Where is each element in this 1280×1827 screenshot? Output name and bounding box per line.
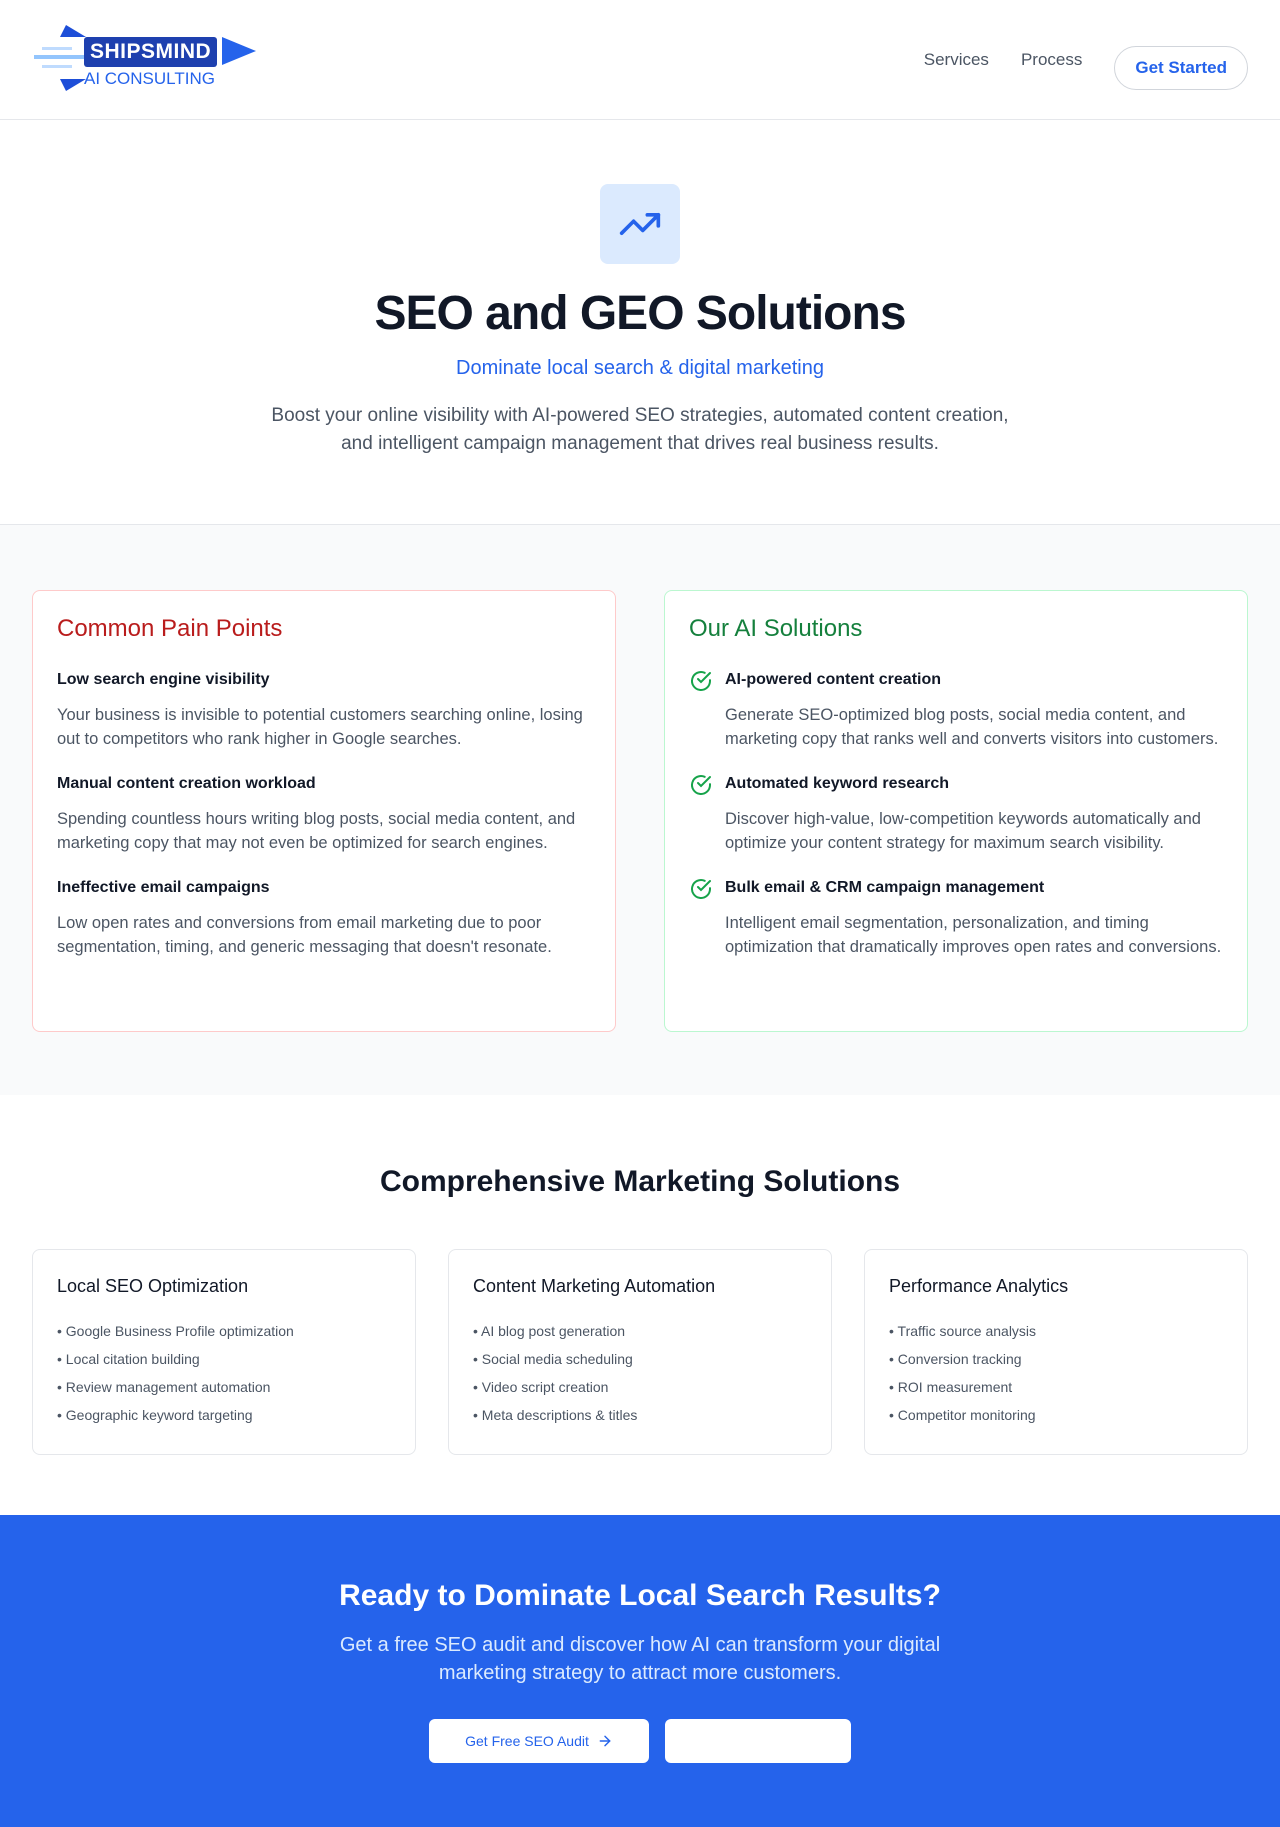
list-item: Review management automation xyxy=(57,1379,391,1395)
pain-item-text: Low open rates and conversions from emai… xyxy=(57,914,552,956)
pain-item-text: Spending countless hours writing blog po… xyxy=(57,810,576,852)
solution-item-title: Bulk email & CRM campaign management xyxy=(725,879,1045,896)
cta-title: Ready to Dominate Local Search Results? xyxy=(339,1579,941,1612)
solution-card-analytics: Performance Analytics Traffic source ana… xyxy=(864,1249,1248,1455)
hero: SEO and GEO Solutions Dominate local sea… xyxy=(0,120,1280,525)
pain-item-text: Your business is invisible to potential … xyxy=(57,706,583,748)
list-item: Conversion tracking xyxy=(889,1351,1223,1367)
logo[interactable]: SHIPSMIND AI CONSULTING xyxy=(32,24,262,95)
list-item: Local citation building xyxy=(57,1351,391,1367)
cta-text: Get a free SEO audit and discover how AI… xyxy=(339,1634,941,1684)
list-item: Meta descriptions & titles xyxy=(473,1407,807,1423)
marketing-solutions: Comprehensive Marketing Solutions Local … xyxy=(0,1095,1280,1515)
pain-item-title: Manual content creation workload xyxy=(57,775,316,792)
solution-item: Automated keyword research Discover high-… xyxy=(689,775,1223,855)
section-title: Comprehensive Marketing Solutions xyxy=(379,1165,901,1198)
pain-points-title: Common Pain Points xyxy=(57,615,283,642)
solution-item: Bulk email & CRM campaign management Inte… xyxy=(689,879,1223,959)
pain-points-card: Common Pain Points Low search engine vis… xyxy=(32,590,616,1032)
secondary-button[interactable] xyxy=(665,1719,851,1763)
list-item: Social media scheduling xyxy=(473,1351,807,1367)
solutions-title: Our AI Solutions xyxy=(689,615,863,642)
pain-item: Ineffective email campaigns Low open rate… xyxy=(57,879,591,959)
pain-item: Manual content creation workload Spending… xyxy=(57,775,591,855)
solution-card-content-marketing: Content Marketing Automation AI blog pos… xyxy=(448,1249,832,1455)
solution-item-text: Intelligent email segmentation, personal… xyxy=(725,914,1222,956)
site-header: SHIPSMIND AI CONSULTING Services Process… xyxy=(0,0,1280,120)
cta-section: Ready to Dominate Local Search Results? … xyxy=(0,1515,1280,1827)
card-title: Local SEO Optimization xyxy=(57,1276,249,1296)
page-title: SEO and GEO Solutions xyxy=(374,287,906,340)
hero-description: Boost your online visibility with AI-pow… xyxy=(271,405,1009,454)
hero-tagline: Dominate local search & digital marketin… xyxy=(456,357,824,379)
free-seo-audit-button[interactable]: Get Free SEO Audit xyxy=(429,1719,649,1763)
solution-card-local-seo: Local SEO Optimization Google Business P… xyxy=(32,1249,416,1455)
list-item: ROI measurement xyxy=(889,1379,1223,1395)
check-circle-icon xyxy=(691,671,711,691)
card-title: Performance Analytics xyxy=(889,1276,1069,1296)
button-label: Get Free SEO Audit xyxy=(465,1733,589,1749)
solutions-card: Our AI Solutions AI-powered content crea… xyxy=(664,590,1248,1032)
check-circle-icon xyxy=(691,775,711,795)
check-circle-icon xyxy=(691,879,711,899)
solution-item: AI-powered content creation Generate SEO-… xyxy=(689,671,1223,751)
list-item: Traffic source analysis xyxy=(889,1323,1223,1339)
pain-item-title: Low search engine visibility xyxy=(57,671,270,688)
solution-item-title: Automated keyword research xyxy=(725,775,950,792)
get-started-button[interactable]: Get Started xyxy=(1114,45,1248,90)
card-title: Content Marketing Automation xyxy=(473,1276,716,1296)
list-item: Google Business Profile optimization xyxy=(57,1323,391,1339)
comparison-section: Common Pain Points Low search engine vis… xyxy=(0,525,1280,1095)
main-nav: Services Process Get Started xyxy=(924,30,1248,90)
logo-text: SHIPSMIND xyxy=(84,36,218,67)
pain-item-title: Ineffective email campaigns xyxy=(57,879,270,896)
list-item: Competitor monitoring xyxy=(889,1407,1223,1423)
nav-process[interactable]: Process xyxy=(1021,50,1082,70)
trending-up-icon xyxy=(600,184,680,264)
list-item: Video script creation xyxy=(473,1379,807,1395)
arrow-right-icon xyxy=(599,1735,611,1747)
list-item: Geographic keyword targeting xyxy=(57,1407,391,1423)
solution-item-text: Generate SEO-optimized blog posts, socia… xyxy=(725,706,1219,748)
solution-item-title: AI-powered content creation xyxy=(725,671,942,688)
pain-item: Low search engine visibility Your busines… xyxy=(57,671,591,751)
list-item: AI blog post generation xyxy=(473,1323,807,1339)
logo-subtext: AI CONSULTING xyxy=(84,68,215,88)
nav-services[interactable]: Services xyxy=(924,50,989,70)
solution-item-text: Discover high-value, low-competition key… xyxy=(725,810,1201,852)
